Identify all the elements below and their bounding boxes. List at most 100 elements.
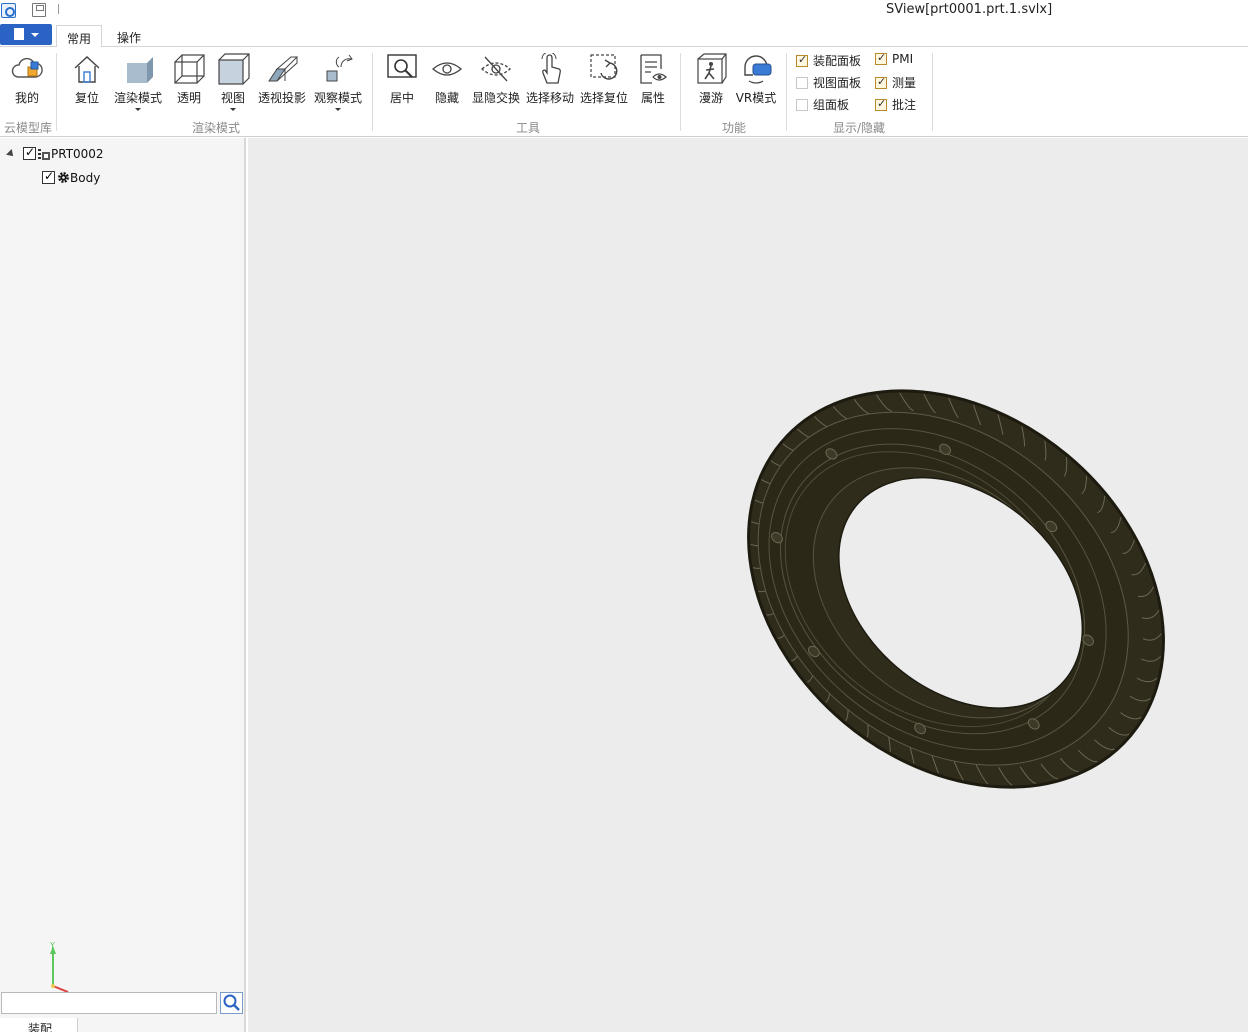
search-icon xyxy=(223,994,240,1011)
group-separator xyxy=(680,53,681,131)
group-panel-label: 组面板 xyxy=(813,98,850,112)
group-separator xyxy=(932,53,933,131)
checkbox-checked-icon xyxy=(796,53,808,67)
tree-checkbox[interactable] xyxy=(23,145,36,160)
select-move-label: 选择移动 xyxy=(526,91,575,105)
walk-button[interactable]: 漫游 xyxy=(694,53,728,106)
toolbar-separator xyxy=(58,4,59,14)
gear-icon xyxy=(57,171,69,183)
expand-triangle-icon[interactable] xyxy=(6,149,16,159)
perspective-icon xyxy=(265,53,299,85)
observe-mode-button[interactable]: 观察模式 xyxy=(314,53,362,111)
group-label-tools: 工具 xyxy=(516,121,541,135)
model-tire[interactable] xyxy=(248,138,1248,1032)
eye-icon xyxy=(430,53,464,85)
render-mode-label: 渲染模式 xyxy=(114,91,163,105)
properties-button[interactable]: 属性 xyxy=(636,53,670,106)
view-button[interactable]: 视图 xyxy=(216,53,250,111)
transparent-button[interactable]: 透明 xyxy=(172,53,206,106)
properties-icon xyxy=(636,53,670,85)
annotation-label: 批注 xyxy=(892,98,917,112)
center-zoom-icon xyxy=(385,53,419,85)
toggle-hide-label: 显隐交换 xyxy=(472,91,521,105)
pmi-label: PMI xyxy=(892,52,914,66)
tab-assembly[interactable]: 装配 xyxy=(0,1018,78,1032)
home-icon xyxy=(70,53,104,85)
search-input[interactable] xyxy=(1,992,217,1014)
select-reset-button[interactable]: 选择复位 xyxy=(580,53,628,106)
hide-button[interactable]: 隐藏 xyxy=(430,53,464,106)
my-cloud-button[interactable]: 我的 xyxy=(8,53,46,106)
app-icon[interactable] xyxy=(1,3,16,18)
search-button[interactable] xyxy=(220,992,243,1014)
shaded-cube-icon xyxy=(121,53,155,85)
hand-pointer-icon xyxy=(533,51,567,85)
document-icon xyxy=(14,28,24,40)
measure-checkbox[interactable]: 测量 xyxy=(875,74,916,91)
group-label-cloud: 云模型库 xyxy=(4,121,53,135)
tree-node-label: PRT0002 xyxy=(51,147,104,161)
checkbox-unchecked-icon xyxy=(796,77,808,89)
wireframe-cube-icon xyxy=(172,53,206,85)
group-separator xyxy=(372,53,373,131)
checkbox-checked-icon xyxy=(875,75,887,89)
window-title: SView[prt0001.prt.1.svlx] xyxy=(886,2,1053,17)
assembly-panel-label: 装配面板 xyxy=(813,54,862,68)
select-reset-icon xyxy=(587,53,621,85)
group-separator xyxy=(786,53,787,131)
title-bar: SView[prt0001.prt.1.svlx] xyxy=(0,0,1248,22)
assembly-icon xyxy=(38,148,50,160)
pmi-checkbox[interactable]: PMI xyxy=(875,51,914,66)
properties-label: 属性 xyxy=(640,91,665,105)
axis-triad: Y xyxy=(40,941,80,993)
tree-node-root[interactable]: PRT0002 xyxy=(6,145,104,161)
perspective-button[interactable]: 透视投影 xyxy=(258,53,306,106)
hide-label: 隐藏 xyxy=(434,91,459,105)
measure-label: 测量 xyxy=(892,76,917,90)
perspective-label: 透视投影 xyxy=(258,91,307,105)
assembly-panel-checkbox[interactable]: 装配面板 xyxy=(796,52,861,69)
group-panel-checkbox[interactable]: 组面板 xyxy=(796,96,849,113)
tab-operations[interactable]: 操作 xyxy=(107,25,151,48)
group-separator xyxy=(56,53,57,131)
tab-assembly-label: 装配 xyxy=(28,1022,53,1032)
select-reset-label: 选择复位 xyxy=(580,91,629,105)
checkbox-checked-icon xyxy=(875,51,887,65)
chevron-down-icon xyxy=(230,108,236,111)
view-cube-icon xyxy=(216,53,250,85)
vr-headset-icon xyxy=(739,53,773,85)
checkbox-checked-icon xyxy=(875,97,887,111)
select-move-button[interactable]: 选择移动 xyxy=(526,51,575,106)
3d-viewport[interactable] xyxy=(248,138,1248,1032)
reset-label: 复位 xyxy=(74,91,99,105)
observe-mode-label: 观察模式 xyxy=(314,91,363,105)
toggle-hide-button[interactable]: 显隐交换 xyxy=(472,53,520,106)
save-icon[interactable] xyxy=(32,3,46,17)
walk-icon xyxy=(694,53,728,85)
tab-home[interactable]: 常用 xyxy=(56,25,103,48)
group-label-features: 功能 xyxy=(722,121,747,135)
view-panel-label: 视图面板 xyxy=(813,76,862,90)
chevron-down-icon xyxy=(31,33,39,37)
observe-mode-icon xyxy=(321,53,355,85)
vr-mode-label: VR模式 xyxy=(735,91,777,105)
ribbon-tab-bar: 常用 操作 xyxy=(0,22,1248,48)
my-cloud-label: 我的 xyxy=(14,91,39,105)
group-label-display: 显示/隐藏 xyxy=(833,121,886,135)
center-button[interactable]: 居中 xyxy=(384,53,420,106)
cloud-icon xyxy=(10,53,44,85)
file-menu-button[interactable] xyxy=(0,24,52,45)
view-panel-checkbox[interactable]: 视图面板 xyxy=(796,74,861,91)
tree-node-body[interactable]: Body xyxy=(42,169,101,185)
chevron-down-icon xyxy=(335,108,341,111)
tree-checkbox[interactable] xyxy=(42,169,55,184)
assembly-panel: PRT0002 Body Y 装配 xyxy=(0,138,246,1032)
reset-button[interactable]: 复位 xyxy=(70,53,104,106)
eye-slash-icon xyxy=(479,53,513,85)
tree-node-label: Body xyxy=(70,171,101,185)
annotation-checkbox[interactable]: 批注 xyxy=(875,96,916,113)
vr-mode-button[interactable]: VR模式 xyxy=(734,53,778,106)
chevron-down-icon xyxy=(135,108,141,111)
svg-text:Y: Y xyxy=(49,942,55,950)
render-mode-button[interactable]: 渲染模式 xyxy=(114,53,162,111)
